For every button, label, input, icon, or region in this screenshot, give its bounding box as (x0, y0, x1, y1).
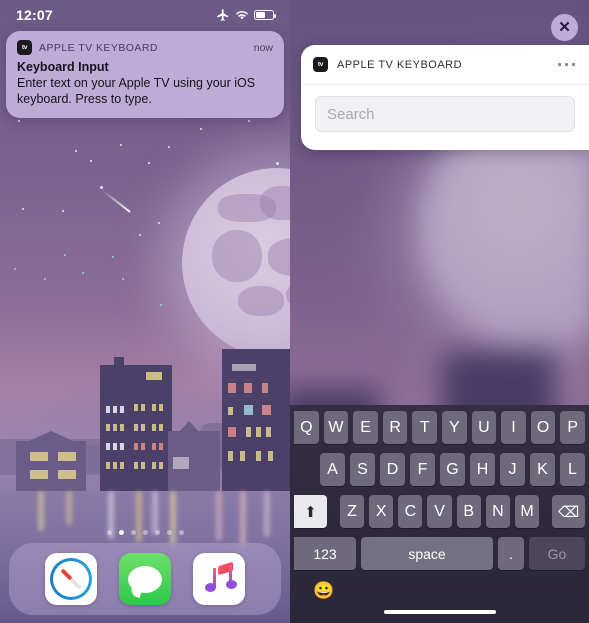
period-key[interactable]: . (498, 537, 524, 570)
shooting-star (101, 189, 131, 213)
card-body: Search (301, 85, 589, 143)
key-W[interactable]: W (323, 411, 349, 444)
key-G[interactable]: G (440, 453, 465, 486)
close-icon[interactable]: ✕ (551, 14, 578, 41)
notification-timestamp: now (253, 41, 273, 54)
apple-tv-icon-text: tv (317, 61, 324, 68)
page-dot (166, 530, 172, 535)
page-dots[interactable] (0, 530, 290, 535)
key-A[interactable]: A (320, 453, 345, 486)
key-O[interactable]: O (530, 411, 556, 444)
key-Y[interactable]: Y (442, 411, 467, 444)
key-E[interactable]: E (353, 411, 378, 444)
apple-tv-icon: tv (313, 57, 328, 72)
key-X[interactable]: X (369, 495, 394, 528)
key-D[interactable]: D (380, 453, 405, 486)
status-icons (216, 8, 276, 22)
key-R[interactable]: R (382, 411, 408, 444)
page-dot (178, 530, 184, 535)
card-app-name: APPLE TV KEYBOARD (337, 58, 463, 71)
page-dot (130, 530, 136, 535)
notification-banner[interactable]: tv APPLE TV KEYBOARD now Keyboard Input … (6, 31, 284, 118)
wifi-icon (235, 11, 249, 20)
keyboard-row-2: A S D F G H J K L (290, 453, 589, 486)
expanded-notification-card: tv APPLE TV KEYBOARD Search (301, 45, 589, 150)
screenshot-root: 12:07 tv APPLE TV KEYBOARD now Keyboard … (0, 0, 589, 623)
apple-tv-icon: tv (17, 40, 32, 55)
keyboard-row-3: ⬆ Z X C V B N M ⌫ (290, 495, 589, 528)
search-input[interactable]: Search (315, 96, 575, 132)
notification-app-name: APPLE TV KEYBOARD (39, 41, 158, 54)
key-B[interactable]: B (456, 495, 481, 528)
key-M[interactable]: M (514, 495, 540, 528)
key-H[interactable]: H (470, 453, 495, 486)
notification-header: tv APPLE TV KEYBOARD now (17, 40, 273, 55)
search-placeholder: Search (327, 105, 375, 123)
on-screen-keyboard: Q W E R T Y U I O P A S D F G H J K L ⬆ … (290, 405, 589, 623)
keyboard-row-4: 123 space . Go (290, 537, 589, 570)
key-K[interactable]: K (530, 453, 555, 486)
key-S[interactable]: S (350, 453, 375, 486)
key-C[interactable]: C (398, 495, 423, 528)
key-Q[interactable]: Q (294, 411, 319, 444)
left-pane-home-screen: 12:07 tv APPLE TV KEYBOARD now Keyboard … (0, 0, 290, 623)
home-indicator[interactable] (383, 610, 496, 614)
notification-title: Keyboard Input (17, 60, 109, 74)
dock (9, 543, 281, 615)
key-U[interactable]: U (471, 411, 497, 444)
key-V[interactable]: V (427, 495, 452, 528)
space-key[interactable]: space (361, 537, 493, 570)
page-dot (154, 530, 160, 535)
battery-icon (254, 10, 276, 20)
go-key[interactable]: Go (529, 537, 585, 570)
airplane-mode-icon (217, 9, 229, 21)
safari-icon[interactable] (45, 553, 97, 605)
page-dot (142, 530, 148, 535)
page-dot (106, 530, 112, 535)
more-options-icon[interactable] (557, 62, 575, 67)
keyboard-bottom-bar: 😀 (290, 577, 589, 623)
key-F[interactable]: F (410, 453, 435, 486)
numbers-key[interactable]: 123 (294, 537, 356, 570)
key-Z[interactable]: Z (339, 495, 365, 528)
right-pane-keyboard-screen: ✕ tv APPLE TV KEYBOARD Search Q W E R T … (290, 0, 589, 623)
music-icon[interactable] (193, 553, 245, 605)
shift-key[interactable]: ⬆ (294, 495, 327, 528)
status-bar: 12:07 (0, 0, 290, 30)
clock: 12:07 (16, 7, 53, 23)
messages-icon[interactable] (119, 553, 171, 605)
key-N[interactable]: N (485, 495, 510, 528)
apple-tv-icon-text: tv (21, 44, 28, 51)
delete-key[interactable]: ⌫ (552, 495, 585, 528)
key-J[interactable]: J (500, 453, 525, 486)
keyboard-row-1: Q W E R T Y U I O P (290, 411, 589, 444)
key-T[interactable]: T (412, 411, 438, 444)
notification-body: Enter text on your Apple TV using your i… (17, 76, 256, 106)
card-header: tv APPLE TV KEYBOARD (301, 45, 589, 85)
close-glyph: ✕ (558, 19, 571, 36)
page-dot-active (118, 530, 124, 535)
key-L[interactable]: L (560, 453, 585, 486)
emoji-key[interactable]: 😀 (313, 581, 334, 601)
key-I[interactable]: I (501, 411, 526, 444)
key-P[interactable]: P (560, 411, 585, 444)
